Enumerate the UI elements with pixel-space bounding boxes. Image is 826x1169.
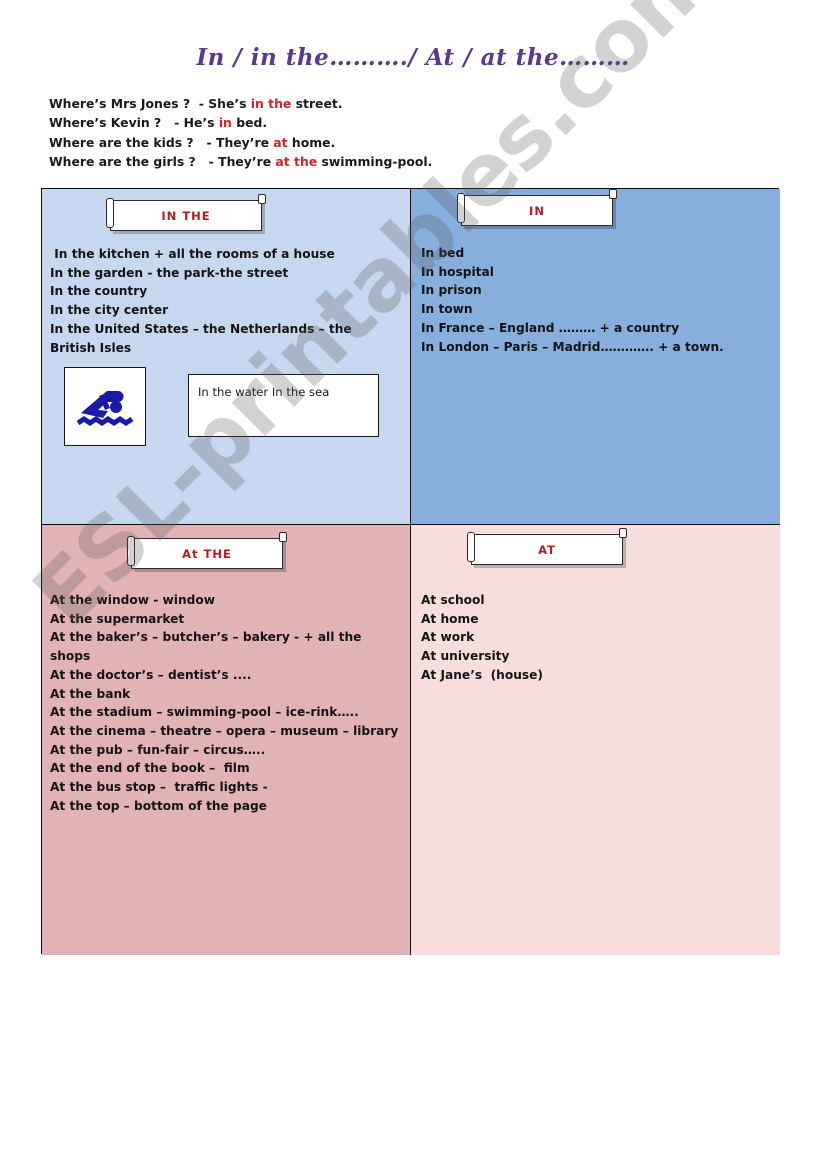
intro-highlight: at the — [275, 153, 318, 169]
quadrant-in: IN In bed In hospital In prison In town … — [411, 189, 780, 525]
intro-question: Where’s Mrs Jones ? - She’s — [49, 96, 251, 111]
swimmer-icon — [76, 390, 134, 426]
banner-curl-right-icon — [609, 189, 617, 199]
intro-highlight: at — [273, 134, 288, 150]
banner-label: IN THE — [161, 208, 211, 223]
banner-label: AT — [538, 542, 556, 557]
quadrant-at-the: At THE At the window - window At the sup… — [42, 525, 411, 955]
intro-highlight: in — [218, 115, 232, 131]
intro-rest: street. — [291, 96, 343, 111]
intro-rest: home. — [287, 134, 336, 150]
quadrant-in-the: IN THE In the kitchen + all the rooms of… — [42, 189, 411, 525]
banner-label: IN — [529, 203, 545, 218]
quadrant-at: AT At school At home At work At universi… — [411, 525, 780, 955]
list-in-the: In the kitchen + all the rooms of a hous… — [50, 247, 352, 355]
banner-curl-right-icon — [279, 532, 287, 542]
intro-question: Where’s Kevin ? - He’s — [49, 115, 219, 131]
banner-curl-left-icon — [467, 532, 475, 562]
intro-rest: swimming-pool. — [317, 153, 433, 169]
page-title: In / in the………./ At / at the……… — [196, 44, 630, 71]
swimmer-picture-frame — [64, 367, 146, 446]
preposition-grid: IN THE In the kitchen + all the rooms of… — [41, 188, 780, 955]
banner-in-the: IN THE — [106, 194, 266, 231]
example-box-water: In the water In the sea — [188, 374, 379, 437]
list-at-the: At the window - window At the supermarke… — [50, 593, 399, 813]
intro-line: Where are the girls ? - They’re at the s… — [49, 152, 432, 171]
banner-in: IN — [457, 189, 617, 226]
banner-label: At THE — [182, 546, 232, 561]
banner-at: AT — [467, 528, 627, 565]
banner-curl-left-icon — [127, 536, 135, 566]
intro-highlight: in the — [250, 96, 292, 111]
banner-curl-left-icon — [106, 198, 114, 228]
list-in: In bed In hospital In prison In town In … — [421, 246, 724, 354]
banner-at-the: At THE — [127, 532, 287, 569]
banner-curl-right-icon — [619, 528, 627, 538]
intro-line: Where are the kids ? - They’re at home. — [49, 133, 432, 152]
list-at: At school At home At work At university … — [421, 593, 543, 682]
intro-line: Where’s Mrs Jones ? - She’s in the stree… — [49, 94, 432, 113]
intro-rest: bed. — [231, 115, 268, 131]
intro-line: Where’s Kevin ? - He’s in bed. — [49, 113, 432, 132]
banner-curl-right-icon — [258, 194, 266, 204]
intro-question: Where are the kids ? - They’re — [49, 134, 274, 150]
banner-curl-left-icon — [457, 193, 465, 223]
intro-examples: Where’s Mrs Jones ? - She’s in the stree… — [49, 94, 432, 171]
intro-question: Where are the girls ? - They’re — [49, 153, 276, 169]
